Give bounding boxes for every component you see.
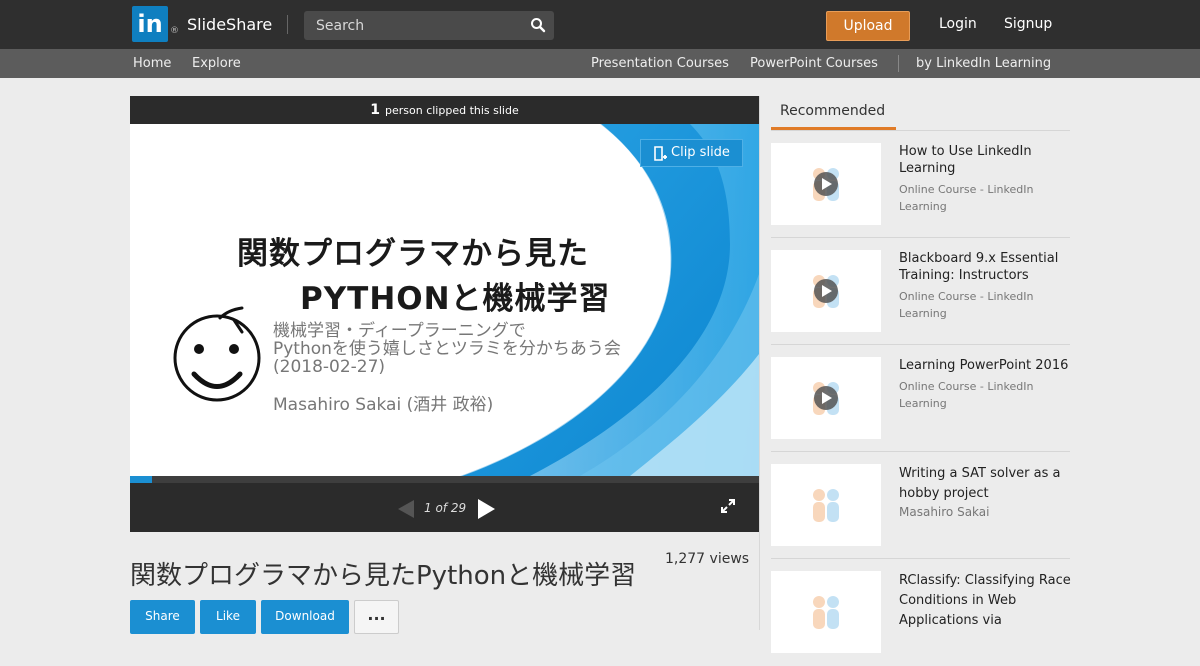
more-options-button[interactable]: ... <box>354 600 399 634</box>
course-thumbnail[interactable] <box>771 250 881 332</box>
people-icon <box>813 168 839 201</box>
tab-recommended[interactable]: Recommended <box>780 103 885 119</box>
people-icon <box>813 596 839 629</box>
header-divider <box>287 15 288 34</box>
recommended-title[interactable]: Writing a SAT solver as a hobby project <box>899 464 1071 504</box>
recommended-meta: Online Course - LinkedIn Learning <box>899 380 1034 410</box>
linkedin-logo[interactable]: in <box>132 6 168 42</box>
view-count: 1,277 views <box>665 551 750 567</box>
clip-slide-label: Clip slide <box>671 145 730 160</box>
registered-mark: ® <box>170 26 179 36</box>
share-button[interactable]: Share <box>130 600 195 634</box>
nav-home[interactable]: Home <box>133 56 171 71</box>
nav-presentation-courses[interactable]: Presentation Courses <box>591 56 729 71</box>
search-box <box>304 11 554 40</box>
like-button[interactable]: Like <box>200 600 256 634</box>
previous-slide-icon[interactable] <box>396 499 416 519</box>
slide-title-line1: 関数プログラマから見た <box>237 236 589 272</box>
course-thumbnail[interactable] <box>771 143 881 225</box>
nav-powerpoint-courses[interactable]: PowerPoint Courses <box>750 56 878 71</box>
recommended-title[interactable]: RClassify: Classifying Race Conditions i… <box>899 571 1071 631</box>
nav-explore[interactable]: Explore <box>192 56 241 71</box>
recommended-item[interactable]: Writing a SAT solver as a hobby project … <box>771 452 1070 559</box>
recommended-title[interactable]: Learning PowerPoint 2016 <box>899 357 1071 374</box>
recommended-title[interactable]: Blackboard 9.x Essential Training: Instr… <box>899 250 1071 284</box>
recommended-item[interactable]: RClassify: Classifying Race Conditions i… <box>771 559 1071 666</box>
download-button[interactable]: Download <box>261 600 349 634</box>
sub-navbar: Home Explore Presentation Courses PowerP… <box>0 49 1200 78</box>
slide-progress-fill <box>130 476 152 483</box>
recommended-item[interactable]: Blackboard 9.x Essential Training: Instr… <box>771 238 1070 345</box>
slide-progress-bar[interactable] <box>130 476 759 483</box>
clip-icon <box>654 146 667 161</box>
brand-name[interactable]: SlideShare <box>187 15 272 34</box>
clip-slide-button[interactable]: Clip slide <box>640 139 743 167</box>
clip-count: 1 <box>370 102 380 118</box>
recommended-item[interactable]: How to Use LinkedIn Learning Online Cour… <box>771 131 1070 238</box>
slide-subtitle-line3: (2018-02-27) <box>273 357 386 377</box>
login-link[interactable]: Login <box>939 16 977 32</box>
course-thumbnail[interactable] <box>771 357 881 439</box>
slideshow-thumbnail[interactable] <box>771 464 881 546</box>
people-icon <box>813 275 839 308</box>
slide-title-line2: PYTHONと機械学習 <box>300 281 611 317</box>
search-icon[interactable] <box>530 17 546 33</box>
deck-title: 関数プログラマから見たPythonと機械学習 <box>130 561 637 591</box>
recommended-meta: Online Course - LinkedIn Learning <box>899 290 1034 320</box>
recommended-meta: Online Course - LinkedIn Learning <box>899 183 1034 213</box>
search-input[interactable] <box>316 11 516 40</box>
page-indicator: 1 of 29 <box>424 501 467 515</box>
fullscreen-icon[interactable] <box>721 499 735 513</box>
recommended-panel: Recommended How to Use LinkedIn Learning… <box>759 96 1200 653</box>
people-icon <box>813 489 839 522</box>
nav-by-linkedin-learning[interactable]: by LinkedIn Learning <box>916 56 1051 71</box>
slide-author: Masahiro Sakai (酒井 政裕) <box>273 395 494 415</box>
recommended-author[interactable]: Masahiro Sakai <box>899 504 1071 521</box>
top-navbar: in ® SlideShare Upload Login Signup <box>0 0 1200 49</box>
slide-canvas[interactable]: 関数プログラマから見た PYTHONと機械学習 機械学習・ディープラーニングで … <box>130 124 759 476</box>
player-controls: 1 of 29 <box>130 483 759 532</box>
clip-info-bar: 1 person clipped this slide <box>130 96 759 124</box>
slideshow-thumbnail[interactable] <box>771 571 881 653</box>
clip-text: person clipped this slide <box>385 104 519 117</box>
upload-button[interactable]: Upload <box>826 11 910 41</box>
signup-link[interactable]: Signup <box>1004 16 1052 32</box>
recommended-title[interactable]: How to Use LinkedIn Learning <box>899 143 1071 177</box>
people-icon <box>813 382 839 415</box>
recommended-item[interactable]: Learning PowerPoint 2016 Online Course -… <box>771 345 1070 452</box>
subnav-divider <box>898 55 899 72</box>
next-slide-icon[interactable] <box>476 498 496 520</box>
